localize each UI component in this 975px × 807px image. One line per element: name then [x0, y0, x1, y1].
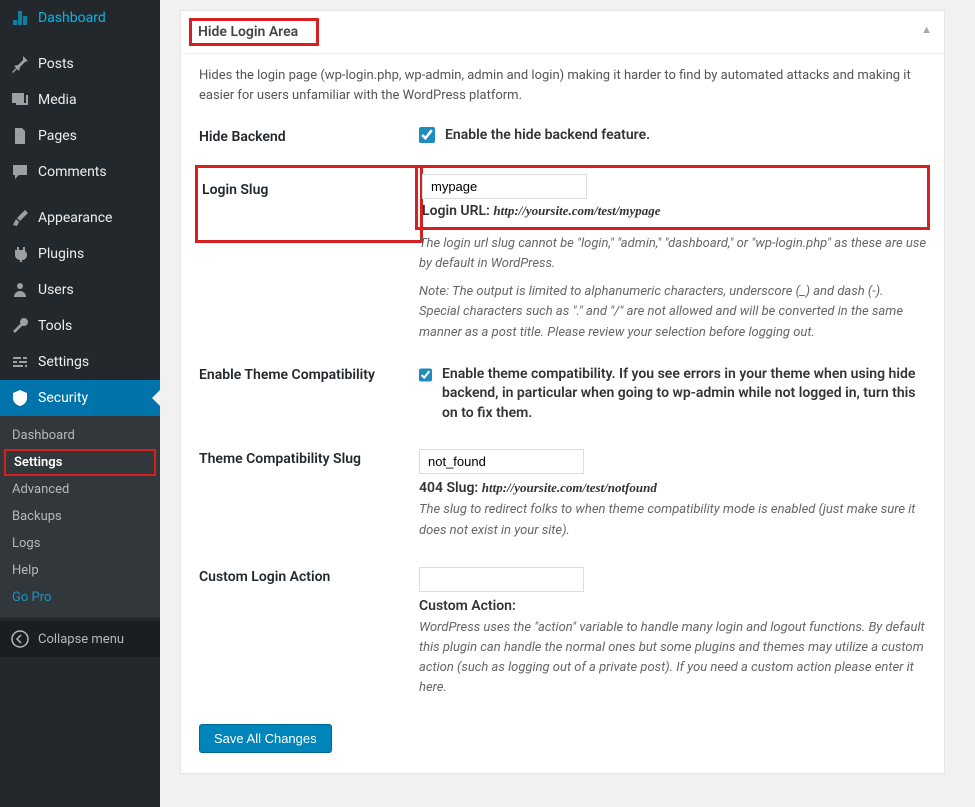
theme-compat-check-label[interactable]: Enable theme compatibility. If you see e… [419, 365, 926, 424]
sidebar-item-security[interactable]: Security [0, 380, 160, 416]
sidebar-label: Users [38, 282, 74, 298]
panel-description: Hides the login page (wp-login.php, wp-a… [199, 66, 926, 105]
404-slug-label: 404 Slug: [419, 480, 478, 496]
sidebar-item-settings[interactable]: Settings [0, 344, 160, 380]
sidebar-item-media[interactable]: Media [0, 82, 160, 118]
custom-action-label: Custom Login Action [199, 567, 419, 699]
login-slug-help2: Note: The output is limited to alphanume… [419, 282, 926, 342]
custom-action-help: WordPress uses the "action" variable to … [419, 618, 926, 699]
submenu-dashboard[interactable]: Dashboard [0, 422, 160, 449]
comment-icon [10, 162, 30, 182]
compat-slug-label: Theme Compatibility Slug [199, 449, 419, 540]
brush-icon [10, 208, 30, 228]
sidebar-label: Tools [38, 318, 72, 334]
submenu-backups[interactable]: Backups [0, 503, 160, 530]
panel-title: Hide Login Area [189, 18, 319, 46]
sidebar-item-tools[interactable]: Tools [0, 308, 160, 344]
custom-action-sublabel: Custom Action: [419, 598, 926, 614]
main-content: Hide Login Area ▲ Hides the login page (… [160, 0, 975, 807]
sidebar-label: Comments [38, 164, 107, 180]
collapse-icon [10, 629, 30, 649]
sidebar-item-dashboard[interactable]: Dashboard [0, 0, 160, 36]
submenu-logs[interactable]: Logs [0, 530, 160, 557]
theme-compat-label: Enable Theme Compatibility [199, 365, 419, 424]
pin-icon [10, 54, 30, 74]
admin-sidebar: Dashboard Posts Media Pages Comments App… [0, 0, 160, 807]
sidebar-label: Appearance [38, 210, 112, 226]
panel-header[interactable]: Hide Login Area ▲ [181, 11, 944, 54]
hide-backend-check-label[interactable]: Enable the hide backend feature. [419, 127, 926, 143]
sidebar-label: Plugins [38, 246, 84, 262]
submenu-help[interactable]: Help [0, 557, 160, 584]
sidebar-item-posts[interactable]: Posts [0, 46, 160, 82]
sidebar-label: Pages [38, 128, 77, 144]
security-submenu: Dashboard Settings Advanced Backups Logs… [0, 416, 160, 617]
shield-icon [10, 388, 30, 408]
save-button[interactable]: Save All Changes [199, 724, 332, 753]
hide-backend-checkbox[interactable] [419, 127, 435, 143]
wrench-icon [10, 316, 30, 336]
collapse-label: Collapse menu [38, 632, 124, 647]
compat-slug-input[interactable] [419, 449, 584, 474]
sidebar-item-appearance[interactable]: Appearance [0, 200, 160, 236]
submenu-gopro[interactable]: Go Pro [0, 584, 160, 611]
sidebar-item-users[interactable]: Users [0, 272, 160, 308]
user-icon [10, 280, 30, 300]
plug-icon [10, 244, 30, 264]
media-icon [10, 90, 30, 110]
submenu-settings[interactable]: Settings [4, 449, 156, 476]
sidebar-label: Posts [38, 56, 74, 72]
collapse-menu[interactable]: Collapse menu [0, 621, 160, 657]
sidebar-item-pages[interactable]: Pages [0, 118, 160, 154]
dashboard-icon [10, 8, 30, 28]
404-slug-value: http://yoursite.com/test/notfound [482, 480, 657, 495]
sliders-icon [10, 352, 30, 372]
sidebar-item-plugins[interactable]: Plugins [0, 236, 160, 272]
custom-action-input[interactable] [419, 567, 584, 592]
sidebar-item-comments[interactable]: Comments [0, 154, 160, 190]
login-url-label: Login URL: [422, 203, 490, 219]
login-slug-input[interactable] [422, 174, 587, 199]
chevron-up-icon: ▲ [921, 23, 932, 36]
login-url-value: http://yoursite.com/test/mypage [493, 203, 660, 218]
hide-backend-label: Hide Backend [199, 127, 419, 145]
login-slug-help1: The login url slug cannot be "login," "a… [419, 234, 926, 274]
compat-slug-help: The slug to redirect folks to when theme… [419, 500, 926, 540]
submenu-advanced[interactable]: Advanced [0, 476, 160, 503]
pages-icon [10, 126, 30, 146]
login-slug-label: Login Slug [202, 182, 268, 198]
theme-compat-checkbox[interactable] [419, 367, 432, 383]
sidebar-label: Media [38, 92, 77, 108]
sidebar-label: Settings [38, 354, 89, 370]
sidebar-label: Dashboard [38, 10, 106, 26]
sidebar-label: Security [38, 390, 88, 406]
hide-login-panel: Hide Login Area ▲ Hides the login page (… [180, 10, 945, 774]
